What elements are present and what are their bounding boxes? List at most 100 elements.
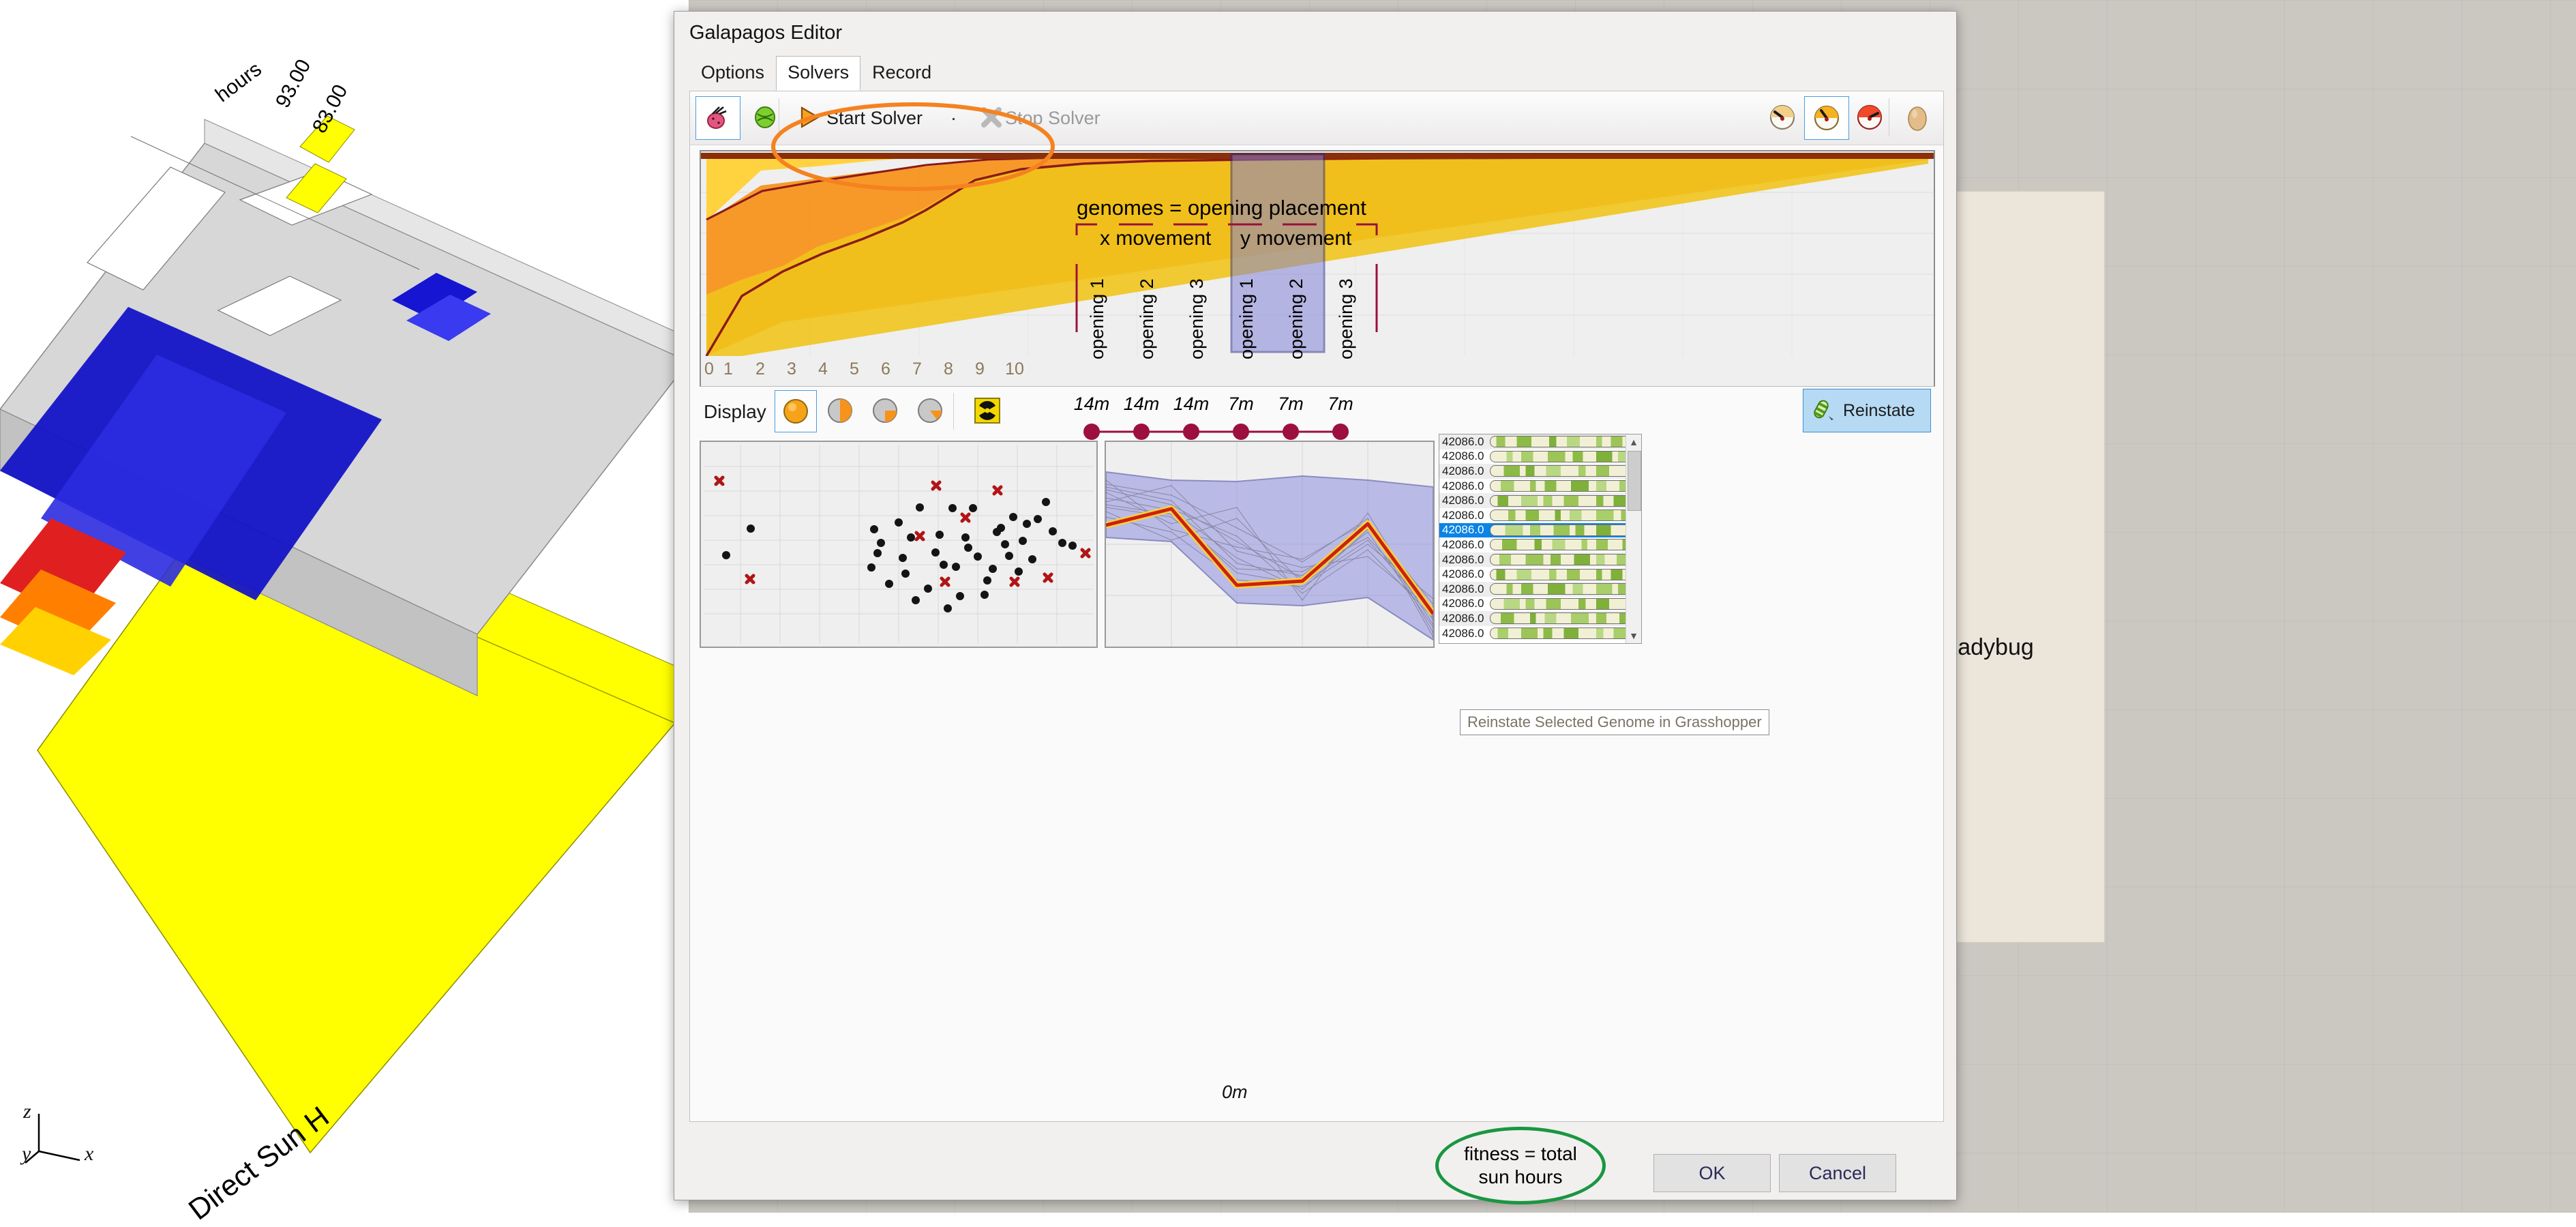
genome-gene-bar [1490, 569, 1638, 580]
genome-gene-bar [1490, 465, 1638, 477]
genome-slider-handle-5[interactable] [1332, 424, 1349, 440]
reinstate-button[interactable]: Reinstate [1803, 389, 1931, 432]
genome-fitness-value: 42086.0 [1442, 612, 1490, 625]
genome-column-labels: opening 1 opening 2 opening 3 opening 1 … [1070, 230, 1383, 387]
ok-button[interactable]: OK [1653, 1154, 1771, 1192]
genome-slider-handle-1[interactable] [1133, 424, 1150, 440]
genome-fitness-value: 42086.0 [1442, 523, 1490, 537]
gauge-medium-icon[interactable] [1804, 96, 1849, 140]
genome-slider-handle-3[interactable] [1233, 424, 1249, 440]
gauge-fast-icon[interactable] [1848, 96, 1891, 138]
genome-list-scrollbar[interactable]: ▲ ▼ [1626, 434, 1641, 643]
genome-fitness-value: 42086.0 [1442, 479, 1490, 493]
genome-row[interactable]: 42086.0 [1439, 434, 1641, 449]
genome-fitness-value: 42086.0 [1442, 538, 1490, 552]
genome-gene-bar [1490, 509, 1638, 521]
scroll-up-icon[interactable]: ▲ [1626, 434, 1641, 449]
callout-fitness-total-text: fitness = total sun hours [1464, 1142, 1577, 1188]
rhino-viewport[interactable]: hours 93.00 83.00 Direct Sun H z x y [0, 0, 689, 1213]
radiation-icon[interactable] [967, 390, 1008, 431]
genome-row[interactable]: 42086.0 [1439, 493, 1641, 508]
genome-gene-bar [1490, 524, 1638, 536]
xtick-0: 0 [704, 359, 714, 379]
genome-rows[interactable]: 42086.042086.042086.042086.042086.042086… [1439, 434, 1641, 640]
genome-row[interactable]: 42086.0 [1439, 537, 1641, 552]
parallel-coordinates-panel[interactable] [1105, 441, 1435, 648]
genome-slider-handle-0[interactable] [1083, 424, 1100, 440]
genome-fitness-value: 42086.0 [1442, 582, 1490, 596]
ladybug-icon[interactable] [695, 96, 740, 140]
genome-row[interactable]: 42086.0 [1439, 582, 1641, 597]
egg-icon[interactable] [1896, 96, 1939, 138]
genome-fitness-value: 42086.0 [1442, 553, 1490, 567]
cancel-button[interactable]: Cancel [1779, 1154, 1896, 1192]
genome-fitness-value: 42086.0 [1442, 567, 1490, 581]
callout-fitness-total: fitness = total sun hours [1435, 1127, 1606, 1204]
gauge-slow-icon[interactable] [1761, 96, 1804, 138]
population-scatter [701, 442, 1096, 647]
genome-row[interactable]: 42086.0 [1439, 552, 1641, 567]
gene-icon[interactable] [743, 96, 787, 138]
tab-record[interactable]: Record [860, 56, 943, 91]
genome-col-label-2: opening 3 [1186, 278, 1208, 359]
genome-row[interactable]: 42086.0 [1439, 449, 1641, 464]
genome-value-2: 14m [1173, 394, 1210, 415]
pie-quarter-icon[interactable] [865, 390, 905, 431]
genome-row[interactable]: 42086.0 [1439, 567, 1641, 582]
scroll-down-icon[interactable]: ▼ [1626, 628, 1641, 643]
tab-options[interactable]: Options [689, 56, 776, 91]
xtick-2: 2 [755, 359, 765, 379]
pie-sliver-icon[interactable] [910, 390, 950, 431]
xtick-5: 5 [850, 359, 859, 379]
genome-slider-values: 14m 14m 14m 7m 7m 7m [1070, 394, 1383, 455]
display-label: Display [704, 401, 766, 423]
genome-row[interactable]: 42086.0 [1439, 611, 1641, 626]
toolbar-dot-separator: · [950, 108, 957, 129]
sun-analysis-mesh [0, 0, 689, 1213]
visualization-row [700, 441, 1932, 645]
xtick-9: 9 [975, 359, 985, 379]
genome-col-label-4: opening 2 [1286, 278, 1307, 359]
genome-row[interactable]: 42086.0 [1439, 597, 1641, 612]
genome-row[interactable]: 42086.0 [1439, 523, 1641, 538]
genome-gene-bar [1490, 480, 1638, 492]
genome-fitness-value: 42086.0 [1442, 627, 1490, 640]
genome-fitness-value: 42086.0 [1442, 597, 1490, 610]
genome-value-4: 7m [1278, 394, 1304, 415]
genome-gene-bar [1490, 598, 1638, 610]
genome-fitness-value: 42086.0 [1442, 464, 1490, 478]
genome-slider-handle-4[interactable] [1283, 424, 1299, 440]
xtick-8: 8 [944, 359, 953, 379]
tabstrip[interactable]: Options Solvers Record [689, 57, 943, 91]
genome-col-label-3: opening 1 [1236, 278, 1257, 359]
parallel-coordinates [1106, 442, 1433, 647]
solver-toolbar: Start Solver · Stop Solver [690, 91, 1943, 145]
scroll-thumb[interactable] [1628, 451, 1641, 511]
genome-col-label-5: opening 3 [1336, 278, 1357, 359]
genome-list[interactable]: 42086.042086.042086.042086.042086.042086… [1439, 434, 1642, 644]
pie-three-quarter-icon[interactable] [820, 390, 860, 431]
genome-gene-bar [1490, 627, 1638, 639]
genome-row[interactable]: 42086.0 [1439, 479, 1641, 494]
genome-gene-bar [1490, 495, 1638, 507]
population-scatter-panel[interactable] [700, 441, 1098, 648]
genome-value-3: 7m [1228, 394, 1254, 415]
genome-row[interactable]: 42086.0 [1439, 508, 1641, 523]
genome-row[interactable]: 42086.0 [1439, 464, 1641, 479]
tab-solvers[interactable]: Solvers [776, 56, 860, 91]
galapagos-editor-dialog[interactable]: Galapagos Editor Options Solvers Record [674, 11, 1957, 1200]
axis-label-y: y [22, 1142, 31, 1166]
xtick-7: 7 [912, 359, 922, 379]
play-icon[interactable] [787, 96, 830, 138]
genome-fitness-value: 42086.0 [1442, 449, 1490, 463]
genome-row[interactable]: 42086.0 [1439, 626, 1641, 641]
genome-gene-bar [1490, 436, 1638, 447]
pie-full-icon[interactable] [775, 390, 817, 432]
genome-gene-bar [1490, 612, 1638, 624]
genome-gene-bar [1490, 539, 1638, 550]
dialog-title: Galapagos Editor [674, 12, 1956, 54]
gene-reinstate-icon [1810, 397, 1838, 424]
start-solver-label[interactable]: Start Solver [826, 108, 923, 129]
genome-slider-handle-2[interactable] [1183, 424, 1199, 440]
axis-gizmo: z x y [22, 1100, 124, 1175]
